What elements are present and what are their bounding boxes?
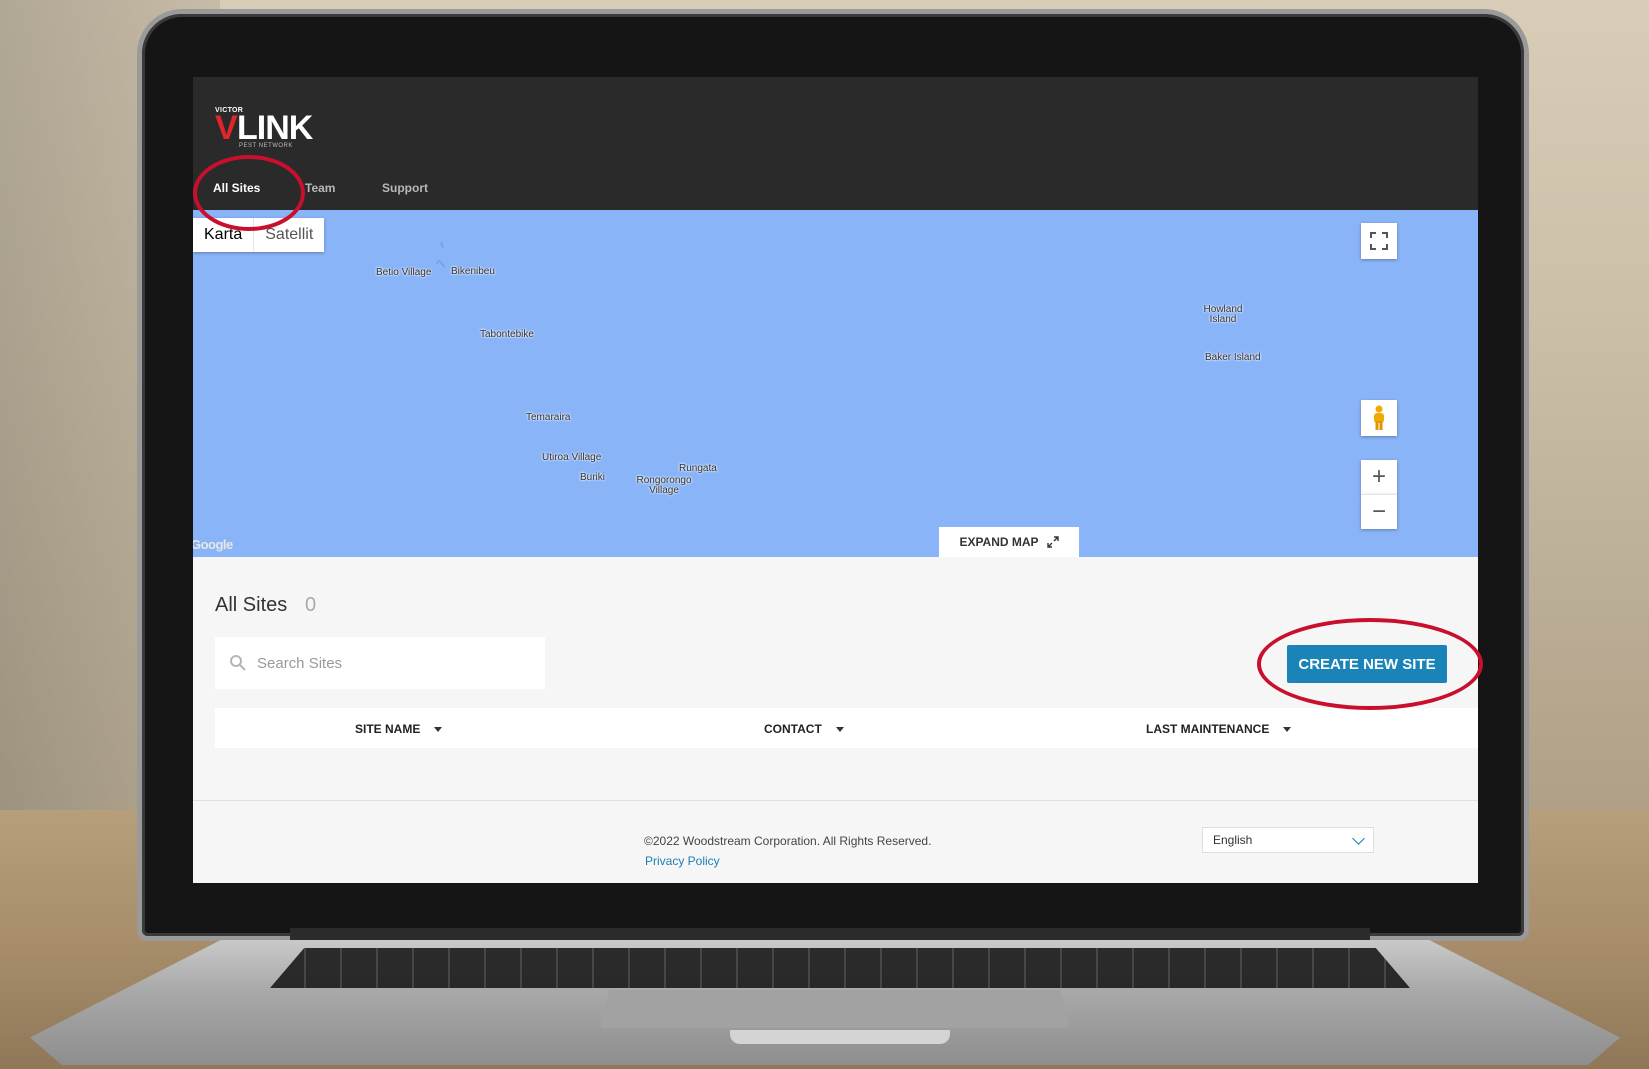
search-icon xyxy=(230,655,246,671)
atoll-shape xyxy=(436,241,446,268)
column-label: LAST MAINTENANCE xyxy=(1146,722,1270,736)
pegman-icon xyxy=(1374,405,1384,430)
map-label: Baker Island xyxy=(1205,352,1261,363)
app-screen: VICTOR V LINK PEST NETWORK All Sites Tea… xyxy=(193,77,1478,883)
logo-link-text: LINK xyxy=(237,109,313,147)
fullscreen-icon xyxy=(1370,232,1388,250)
copyright-text: ©2022 Woodstream Corporation. All Rights… xyxy=(644,834,932,848)
map-label: Betio Village xyxy=(376,267,432,278)
site-count: 0 xyxy=(305,594,317,616)
sort-caret-icon xyxy=(835,727,844,733)
sort-caret-icon xyxy=(1283,727,1292,733)
map-label: Temaraira xyxy=(526,412,571,423)
search-input[interactable] xyxy=(255,653,509,673)
column-label: CONTACT xyxy=(764,722,822,736)
google-logo: Google xyxy=(193,537,233,552)
nav-support[interactable]: Support xyxy=(382,181,428,195)
annotation-circle-create-site xyxy=(1257,618,1483,710)
search-box xyxy=(215,637,545,689)
expand-icon xyxy=(1046,536,1059,548)
logo-v-mark: V xyxy=(215,109,238,147)
chevron-down-icon xyxy=(1352,831,1365,845)
expand-map-label: EXPAND MAP xyxy=(959,535,1039,549)
vlink-logo[interactable]: VICTOR V LINK PEST NETWORK xyxy=(215,107,325,149)
map-label: Rongorongo Village xyxy=(636,475,692,496)
map-label: Utiroa Village xyxy=(542,452,602,463)
footer-divider xyxy=(193,800,1478,801)
language-select[interactable]: English xyxy=(1202,827,1374,853)
map-label: Tabontebike xyxy=(480,329,534,340)
zoom-in-button[interactable]: + xyxy=(1361,460,1397,494)
sort-caret-icon xyxy=(434,727,443,733)
column-last-maintenance[interactable]: LAST MAINTENANCE xyxy=(1146,722,1292,736)
column-contact[interactable]: CONTACT xyxy=(764,722,844,736)
laptop-trackpad xyxy=(600,990,1070,1028)
laptop-notch xyxy=(730,1030,950,1044)
language-value: English xyxy=(1213,833,1253,847)
nav-team[interactable]: Team xyxy=(305,181,335,195)
column-label: SITE NAME xyxy=(355,722,421,736)
logo-subtitle: PEST NETWORK xyxy=(239,143,293,149)
expand-map-button[interactable]: EXPAND MAP xyxy=(939,527,1079,557)
column-site-name[interactable]: SITE NAME xyxy=(355,722,443,736)
map-label: Bikenibeu xyxy=(451,266,495,277)
zoom-out-button[interactable]: − xyxy=(1361,494,1397,529)
map-label: Buriki xyxy=(580,472,606,483)
laptop-keyboard xyxy=(270,948,1410,988)
map-label: Rungata xyxy=(679,463,717,474)
page-title: All Sites xyxy=(215,594,288,616)
privacy-policy-link[interactable]: Privacy Policy xyxy=(645,854,720,868)
fullscreen-button[interactable] xyxy=(1361,223,1397,259)
sites-map[interactable]: Karta Satellit + − Betio Village Bikenib… xyxy=(193,210,1478,557)
table-header: SITE NAME CONTACT LAST MAINTENANCE xyxy=(215,708,1478,748)
top-bar: VICTOR V LINK PEST NETWORK All Sites Tea… xyxy=(193,77,1478,210)
map-label: Howland Island xyxy=(1203,304,1243,325)
pegman-button[interactable] xyxy=(1361,400,1397,436)
annotation-circle-all-sites xyxy=(193,155,305,231)
